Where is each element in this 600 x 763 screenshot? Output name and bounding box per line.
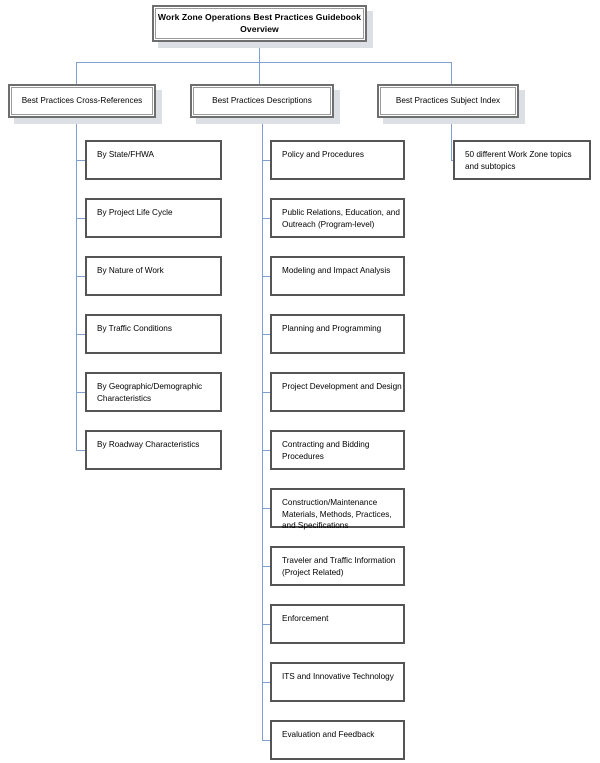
leaf-label: By Roadway Characteristics	[97, 440, 200, 449]
leaf-label: Modeling and Impact Analysis	[282, 266, 391, 275]
leaf-by-project-life-cycle[interactable]: By Project Life Cycle	[85, 198, 222, 238]
leaf-modeling-and-impact-analysis[interactable]: Modeling and Impact Analysis	[270, 256, 405, 296]
leaf-label: Project Development and Design	[282, 382, 402, 391]
connector-trunk-subject-index	[451, 118, 452, 161]
leaf-label: By State/FHWA	[97, 150, 155, 159]
leaf-label: Planning and Programming	[282, 324, 382, 333]
leaf-policy-and-procedures[interactable]: Policy and Procedures	[270, 140, 405, 180]
leaf-by-traffic-conditions[interactable]: By Traffic Conditions	[85, 314, 222, 354]
root-node-inner: Work Zone Operations Best Practices Guid…	[155, 8, 364, 39]
org-chart-diagram: Work Zone Operations Best Practices Guid…	[0, 0, 600, 763]
node-best-practices-subject-index[interactable]: Best Practices Subject Index	[377, 84, 519, 118]
node-inner-cross-references: Best Practices Cross-References	[11, 87, 153, 115]
leaf-label: By Project Life Cycle	[97, 208, 173, 217]
leaf-its-and-innovative-technology[interactable]: ITS and Innovative Technology	[270, 662, 405, 702]
leaf-planning-and-programming[interactable]: Planning and Programming	[270, 314, 405, 354]
connector-branch-left-2	[76, 218, 85, 219]
connector-trunk-descriptions	[262, 118, 263, 741]
leaf-construction-maintenance-materials[interactable]: Construction/Maintenance Materials, Meth…	[270, 488, 405, 530]
connector-trunk-cross-references	[76, 118, 77, 450]
connector-branch-left-3	[76, 276, 85, 277]
connector-branch-mid-7	[262, 508, 270, 509]
connector-drop-subject-index	[451, 62, 452, 84]
leaf-label: ITS and Innovative Technology	[282, 672, 394, 681]
leaf-traveler-and-traffic-information[interactable]: Traveler and Traffic Information (Projec…	[270, 546, 405, 586]
connector-drop-cross-references	[76, 62, 77, 84]
connector-level2-bus	[76, 62, 452, 63]
connector-branch-mid-1	[262, 160, 270, 161]
leaf-label: Evaluation and Feedback	[282, 730, 375, 739]
connector-branch-left-5	[76, 392, 85, 393]
leaf-label: Public Relations, Education, and Outreac…	[282, 208, 400, 229]
leaf-by-state-fhwa[interactable]: By State/FHWA	[85, 140, 222, 180]
leaf-label: Construction/Maintenance Materials, Meth…	[282, 498, 392, 531]
node-inner-descriptions: Best Practices Descriptions	[193, 87, 331, 115]
connector-branch-left-6	[76, 450, 85, 451]
leaf-label: Contracting and Bidding Procedures	[282, 440, 370, 461]
root-node-label: Work Zone Operations Best Practices Guid…	[157, 11, 362, 34]
root-node-work-zone-guidebook-overview[interactable]: Work Zone Operations Best Practices Guid…	[152, 5, 367, 42]
leaf-enforcement[interactable]: Enforcement	[270, 604, 405, 644]
leaf-label: By Traffic Conditions	[97, 324, 172, 333]
connector-branch-mid-11	[262, 740, 270, 741]
connector-branch-mid-4	[262, 334, 270, 335]
leaf-by-geographic-demographic-characteristics[interactable]: By Geographic/Demographic Characteristic…	[85, 372, 222, 412]
leaf-contracting-and-bidding-procedures[interactable]: Contracting and Bidding Procedures	[270, 430, 405, 470]
leaf-label: By Nature of Work	[97, 266, 164, 275]
connector-branch-mid-6	[262, 450, 270, 451]
node-best-practices-descriptions[interactable]: Best Practices Descriptions	[190, 84, 334, 118]
node-label-subject-index: Best Practices Subject Index	[395, 95, 501, 105]
leaf-label: Traveler and Traffic Information (Projec…	[282, 556, 396, 577]
connector-branch-mid-2	[262, 218, 270, 219]
leaf-label: By Geographic/Demographic Characteristic…	[97, 382, 203, 403]
leaf-project-development-and-design[interactable]: Project Development and Design	[270, 372, 405, 412]
leaf-evaluation-and-feedback[interactable]: Evaluation and Feedback	[270, 720, 405, 760]
node-label-descriptions: Best Practices Descriptions	[212, 95, 312, 105]
connector-branch-left-1	[76, 160, 85, 161]
connector-branch-mid-8	[262, 566, 270, 567]
connector-branch-mid-5	[262, 392, 270, 393]
leaf-by-roadway-characteristics[interactable]: By Roadway Characteristics	[85, 430, 222, 470]
leaf-label: Policy and Procedures	[282, 150, 364, 159]
connector-branch-mid-10	[262, 682, 270, 683]
connector-drop-descriptions	[259, 62, 260, 84]
leaf-label: 50 different Work Zone topics and subtop…	[465, 150, 572, 171]
connector-branch-left-4	[76, 334, 85, 335]
leaf-50-work-zone-topics-and-subtopics[interactable]: 50 different Work Zone topics and subtop…	[453, 140, 591, 180]
node-label-cross-references: Best Practices Cross-References	[21, 95, 143, 105]
node-inner-subject-index: Best Practices Subject Index	[380, 87, 516, 115]
node-best-practices-cross-references[interactable]: Best Practices Cross-References	[8, 84, 156, 118]
connector-branch-mid-3	[262, 276, 270, 277]
leaf-public-relations-education-outreach[interactable]: Public Relations, Education, and Outreac…	[270, 198, 405, 238]
leaf-by-nature-of-work[interactable]: By Nature of Work	[85, 256, 222, 296]
leaf-label: Enforcement	[282, 614, 329, 623]
connector-branch-mid-9	[262, 624, 270, 625]
